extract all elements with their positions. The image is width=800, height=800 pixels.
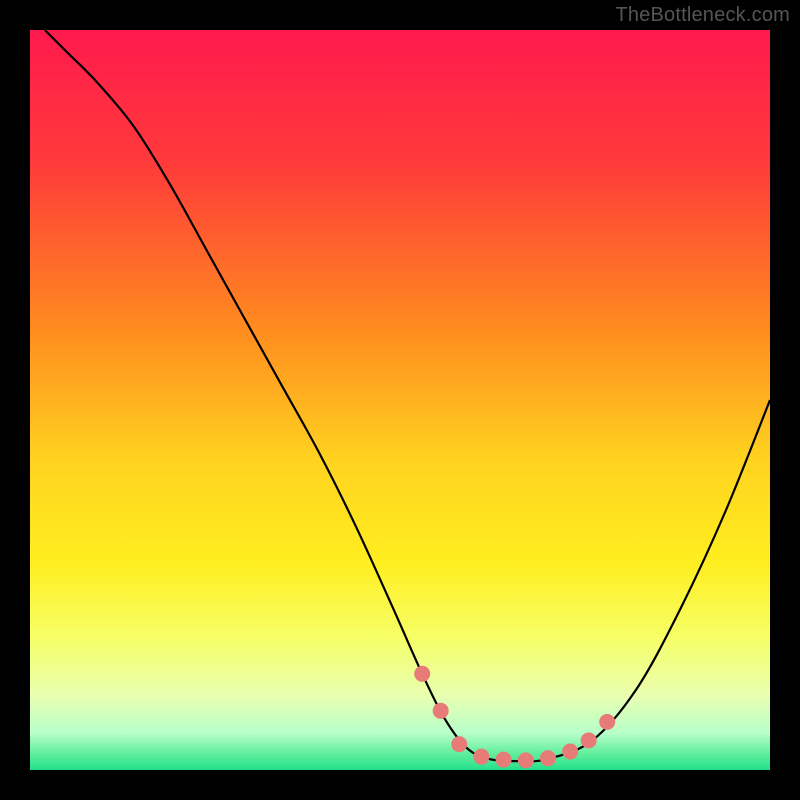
marker-dot	[518, 752, 534, 768]
marker-dot	[599, 714, 615, 730]
chart-frame: TheBottleneck.com	[0, 0, 800, 800]
bottleneck-chart	[30, 30, 770, 770]
marker-dot	[451, 736, 467, 752]
marker-dot	[433, 703, 449, 719]
marker-dot	[414, 666, 430, 682]
marker-dot	[496, 752, 512, 768]
marker-dot	[473, 749, 489, 765]
marker-dot	[562, 744, 578, 760]
watermark-text: TheBottleneck.com	[615, 4, 790, 27]
gradient-background	[30, 30, 770, 770]
marker-dot	[540, 750, 556, 766]
marker-dot	[581, 732, 597, 748]
